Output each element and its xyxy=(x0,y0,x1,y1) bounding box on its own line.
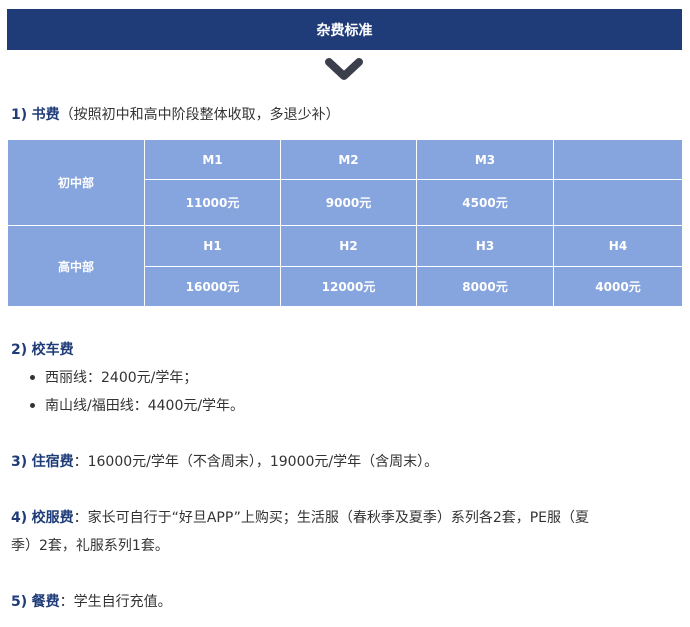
grade-level-cell: M1 xyxy=(144,139,281,180)
grade-level-cell: H2 xyxy=(280,225,417,267)
fee-amount-cell: 4500元 xyxy=(416,179,554,226)
bus-heading: 2) 校车费 xyxy=(11,340,74,360)
books-name: 书费 xyxy=(31,107,60,123)
section-banner: 杂费标准 xyxy=(7,9,682,50)
meal-text: ：学生自行充值。 xyxy=(59,594,172,610)
grade-level-cell: H3 xyxy=(416,225,554,267)
bus-route-list: 西丽线：2400元/学年； 南山线/福田线：4400元/学年。 xyxy=(30,368,244,424)
fee-amount-cell: 8000元 xyxy=(416,266,554,307)
fee-amount-cell: 4000元 xyxy=(553,266,683,307)
boarding-heading: 3) 住宿费：16000元/学年（不含周末），19000元/学年（含周末）。 xyxy=(11,452,438,472)
boarding-name: 住宿费 xyxy=(31,454,74,470)
table-row: 高中部 H1 H2 H3 H4 xyxy=(7,225,683,307)
chevron-down-icon xyxy=(325,58,363,80)
high-school-label: 高中部 xyxy=(7,225,145,307)
boarding-number: 3) xyxy=(11,454,28,470)
banner-title: 杂费标准 xyxy=(316,22,373,39)
grade-level-cell xyxy=(553,139,683,180)
fee-amount-cell: 12000元 xyxy=(280,266,417,307)
uniform-name: 校服费 xyxy=(31,510,74,526)
books-note: （按照初中和高中阶段整体收取，多退少补） xyxy=(59,107,340,123)
uniform-paragraph: 4) 校服费：家长可自行于“好旦APP”上购买；生活服（春秋季及夏季）系列各2套… xyxy=(11,504,589,560)
fee-amount-cell: 16000元 xyxy=(144,266,281,307)
grade-level-cell: M3 xyxy=(416,139,554,180)
book-fee-table: 初中部 M1 M2 M3 11000元 9000元 4500元 高中部 H1 H… xyxy=(7,139,683,307)
middle-school-label: 初中部 xyxy=(7,139,145,226)
grade-level-cell: H1 xyxy=(144,225,281,267)
meal-name: 餐费 xyxy=(31,594,60,610)
grade-level-cell: H4 xyxy=(553,225,683,267)
uniform-text-1: ：家长可自行于“好旦APP”上购买；生活服（春秋季及夏季）系列各2套，PE服（夏 xyxy=(73,510,590,526)
books-heading: 1) 书费（按照初中和高中阶段整体收取，多退少补） xyxy=(11,105,340,125)
uniform-number: 4) xyxy=(11,510,28,526)
uniform-line-1: 4) 校服费：家长可自行于“好旦APP”上购买；生活服（春秋季及夏季）系列各2套… xyxy=(11,504,589,532)
uniform-line-2: 季）2套，礼服系列1套。 xyxy=(11,538,169,554)
fee-amount-cell xyxy=(553,179,683,226)
meal-heading: 5) 餐费：学生自行充值。 xyxy=(11,592,172,612)
fee-amount-cell: 9000元 xyxy=(280,179,417,226)
fee-amount-cell: 11000元 xyxy=(144,179,281,226)
list-item: 南山线/福田线：4400元/学年。 xyxy=(30,396,244,424)
bus-name: 校车费 xyxy=(31,342,74,358)
table-row: 初中部 M1 M2 M3 xyxy=(7,139,683,226)
boarding-text: ：16000元/学年（不含周末），19000元/学年（含周末）。 xyxy=(73,454,439,470)
bus-number: 2) xyxy=(11,342,28,358)
grade-level-cell: M2 xyxy=(280,139,417,180)
meal-number: 5) xyxy=(11,594,28,610)
books-number: 1) xyxy=(11,107,28,123)
list-item: 西丽线：2400元/学年； xyxy=(30,368,244,396)
